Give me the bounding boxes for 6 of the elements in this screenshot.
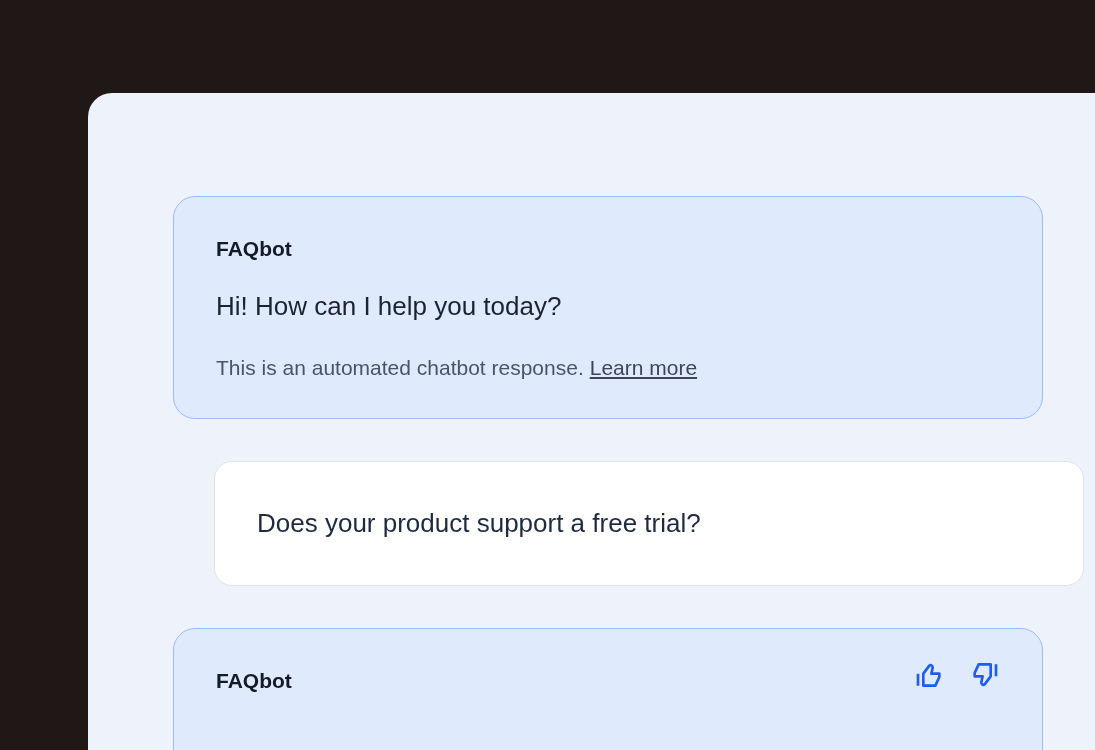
sender-name: FAQbot — [216, 669, 292, 693]
message-text: Hi! How can I help you today? — [216, 291, 563, 322]
message-text: Does your product support a free trial? — [257, 508, 702, 539]
disclaimer-text: This is an automated chatbot response. — [216, 356, 584, 379]
sender-name: FAQbot — [216, 237, 292, 261]
learn-more-link[interactable]: Learn more — [589, 356, 698, 379]
